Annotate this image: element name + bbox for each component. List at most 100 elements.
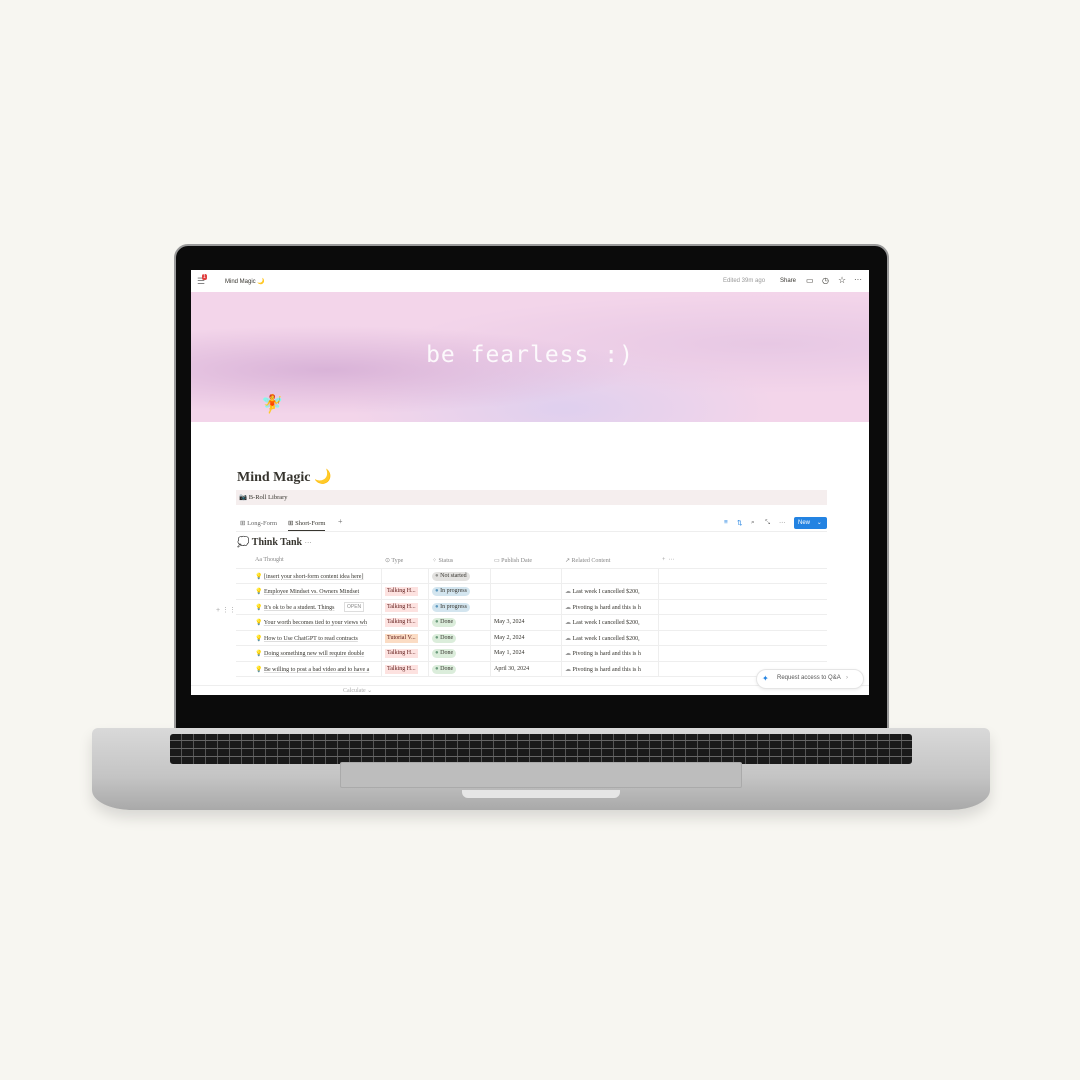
cell-related[interactable]: ☁ Pivoting is hard and this is h (562, 599, 659, 614)
lightbulb-icon: 💡 (255, 589, 263, 595)
type-tag: Talking H... (385, 618, 418, 627)
table-row[interactable]: 💡 Be willing to post a bad video and to … (236, 661, 827, 677)
cell-related[interactable]: ☁ Pivoting is hard and this is h (562, 661, 659, 676)
table-row[interactable]: 💡 Doing something new will require doubl… (236, 646, 827, 662)
request-access-button[interactable]: ✦ Request access to Q&A › (756, 669, 864, 689)
cloud-icon: ☁ (565, 666, 571, 673)
laptop-base (92, 728, 990, 810)
cell-thought[interactable]: 💡 Your worth becomes tied to your views … (252, 615, 382, 630)
table-row[interactable]: 💡 It's ok to be a student. Things OPEN Ta… (236, 599, 827, 615)
col-related[interactable]: ↗ Related Content (562, 553, 657, 568)
cell-type[interactable]: Talking H... (382, 615, 429, 630)
col-thought[interactable]: Aa Thought (252, 553, 382, 568)
table-row[interactable]: 💡 Employee Mindset vs. Owners Mindset Ta… (236, 584, 827, 600)
status-badge: ● Done (432, 649, 457, 658)
status-badge: ● In progress (432, 602, 470, 612)
cell-related[interactable]: ☁ Last week I cancelled $200, (562, 630, 659, 645)
calculate-button[interactable]: Calculate ⌄ (343, 687, 372, 694)
col-date[interactable]: ▭ Publish Date (491, 553, 562, 568)
cell-type[interactable]: Tutorial V... (382, 630, 429, 645)
cell-thought[interactable]: 💡 Doing something new will require doubl… (252, 646, 382, 661)
chevron-down-icon[interactable]: ⌄ (817, 520, 822, 526)
cell-date[interactable] (491, 599, 562, 614)
cell-type[interactable]: Talking H... (382, 584, 429, 599)
cell-related[interactable]: ☁ Last week I cancelled $200, (562, 615, 659, 630)
cloud-icon: ☁ (565, 651, 571, 657)
search-icon[interactable]: ⌕ (751, 519, 755, 527)
related-text: Pivoting is hard and this is h (572, 604, 641, 611)
cell-thought[interactable]: 💡 It's ok to be a student. Things OPEN (252, 599, 382, 614)
breadcrumb[interactable]: Mind Magic 🌙 (225, 278, 265, 285)
sort-icon[interactable]: ⇅ (737, 519, 742, 527)
cell-date[interactable]: May 3, 2024 (491, 615, 562, 630)
star-icon[interactable]: ☆ (838, 275, 846, 286)
col-label: Publish Date (501, 558, 533, 564)
linked-page-broll[interactable]: 📷 B-Roll Library (236, 490, 827, 505)
cell-related[interactable]: ☁ Pivoting is hard and this is h (562, 646, 659, 661)
cell-thought[interactable]: 💡 How to Use ChatGPT to read contracts (252, 630, 382, 645)
cell-status[interactable]: ● In progress (429, 599, 491, 614)
type-tag: Talking H... (385, 602, 418, 612)
tab-long-form[interactable]: ⊞ Long-Form (240, 519, 277, 527)
col-label: Thought (263, 557, 284, 563)
add-view-icon[interactable]: + (338, 517, 343, 526)
cell-date[interactable] (491, 568, 562, 583)
status-dot: ● (435, 619, 439, 625)
clock-icon[interactable]: ◷ (822, 276, 829, 285)
table-row[interactable]: 💡 How to Use ChatGPT to read contracts T… (236, 630, 827, 646)
table-row[interactable]: 💡 [insert your short-form content idea h… (236, 568, 827, 584)
status-badge: ● Done (432, 664, 457, 674)
cell-status[interactable]: ● Done (429, 646, 491, 661)
cell-status[interactable]: ● Done (429, 661, 491, 676)
related-text: Last week I cancelled $200, (572, 635, 640, 642)
page-title: Mind Magic 🌙 (237, 470, 332, 485)
cell-date[interactable]: May 1, 2024 (491, 646, 562, 661)
status-text: Done (440, 634, 454, 641)
cell-type[interactable]: Talking H... (382, 661, 429, 676)
cloud-icon: ☁ (565, 604, 571, 611)
table-row[interactable]: 💡 Your worth becomes tied to your views … (236, 615, 827, 631)
cell-status[interactable]: ● In progress (429, 584, 491, 599)
related-text: Pivoting is hard and this is h (572, 651, 641, 657)
lightbulb-icon: 💡 (255, 651, 263, 657)
cell-thought[interactable]: 💡 Employee Mindset vs. Owners Mindset (252, 584, 382, 599)
status-dot: ● (435, 572, 439, 579)
cell-status[interactable]: ● Done (429, 630, 491, 645)
cell-date[interactable]: May 2, 2024 (491, 630, 562, 645)
filter-icon[interactable]: ≡ (724, 519, 728, 526)
cell-type[interactable]: Talking H... (382, 646, 429, 661)
thought-text: How to Use ChatGPT to read contracts (263, 635, 358, 642)
share-button[interactable]: Share (780, 278, 796, 284)
trackpad (340, 762, 742, 788)
cell-thought[interactable]: 💡 Be willing to post a bad video and to … (252, 661, 382, 676)
status-text: Done (440, 665, 454, 672)
new-button[interactable]: New ⌄ (794, 517, 827, 529)
cell-date[interactable] (491, 584, 562, 599)
cell-date[interactable]: April 30, 2024 (491, 661, 562, 676)
type-tag: Talking H... (385, 649, 418, 658)
tab-short-form[interactable]: ⊞ Short-Form (288, 519, 326, 531)
row-drag-handle[interactable]: + ⋮⋮ (216, 606, 236, 614)
view-tabs: ⊞ Long-Form ⊞ Short-Form + ≡ ⇅ ⌕ ⤡ ··· N… (236, 515, 827, 532)
speech-bubble-icon: 💭 (237, 537, 250, 548)
expand-icon[interactable]: ⤡ (765, 519, 770, 527)
status-dot: ● (435, 588, 439, 594)
more-icon[interactable]: ··· (305, 539, 312, 547)
cell-related[interactable] (562, 568, 659, 583)
cell-type[interactable] (382, 568, 429, 583)
col-type[interactable]: ⊙ Type (382, 553, 429, 568)
cell-type[interactable]: Talking H... (382, 599, 429, 614)
keyboard (170, 734, 912, 764)
cell-status[interactable]: ● Not started (429, 568, 491, 583)
add-column-icon[interactable]: + ··· (659, 553, 689, 568)
open-button[interactable]: OPEN (344, 601, 365, 612)
chevron-right-icon: › (846, 675, 849, 681)
cell-related[interactable]: ☁ Last week I cancelled $200, (562, 584, 659, 599)
comment-icon[interactable]: ▭ (806, 276, 814, 285)
cell-status[interactable]: ● Done (429, 615, 491, 630)
more-icon[interactable]: ··· (779, 519, 786, 526)
thought-text: Your worth becomes tied to your views wh (263, 620, 367, 626)
col-status[interactable]: ⁘ Status (429, 553, 491, 568)
cell-thought[interactable]: 💡 [insert your short-form content idea h… (252, 568, 382, 583)
more-icon[interactable]: ··· (854, 275, 862, 284)
